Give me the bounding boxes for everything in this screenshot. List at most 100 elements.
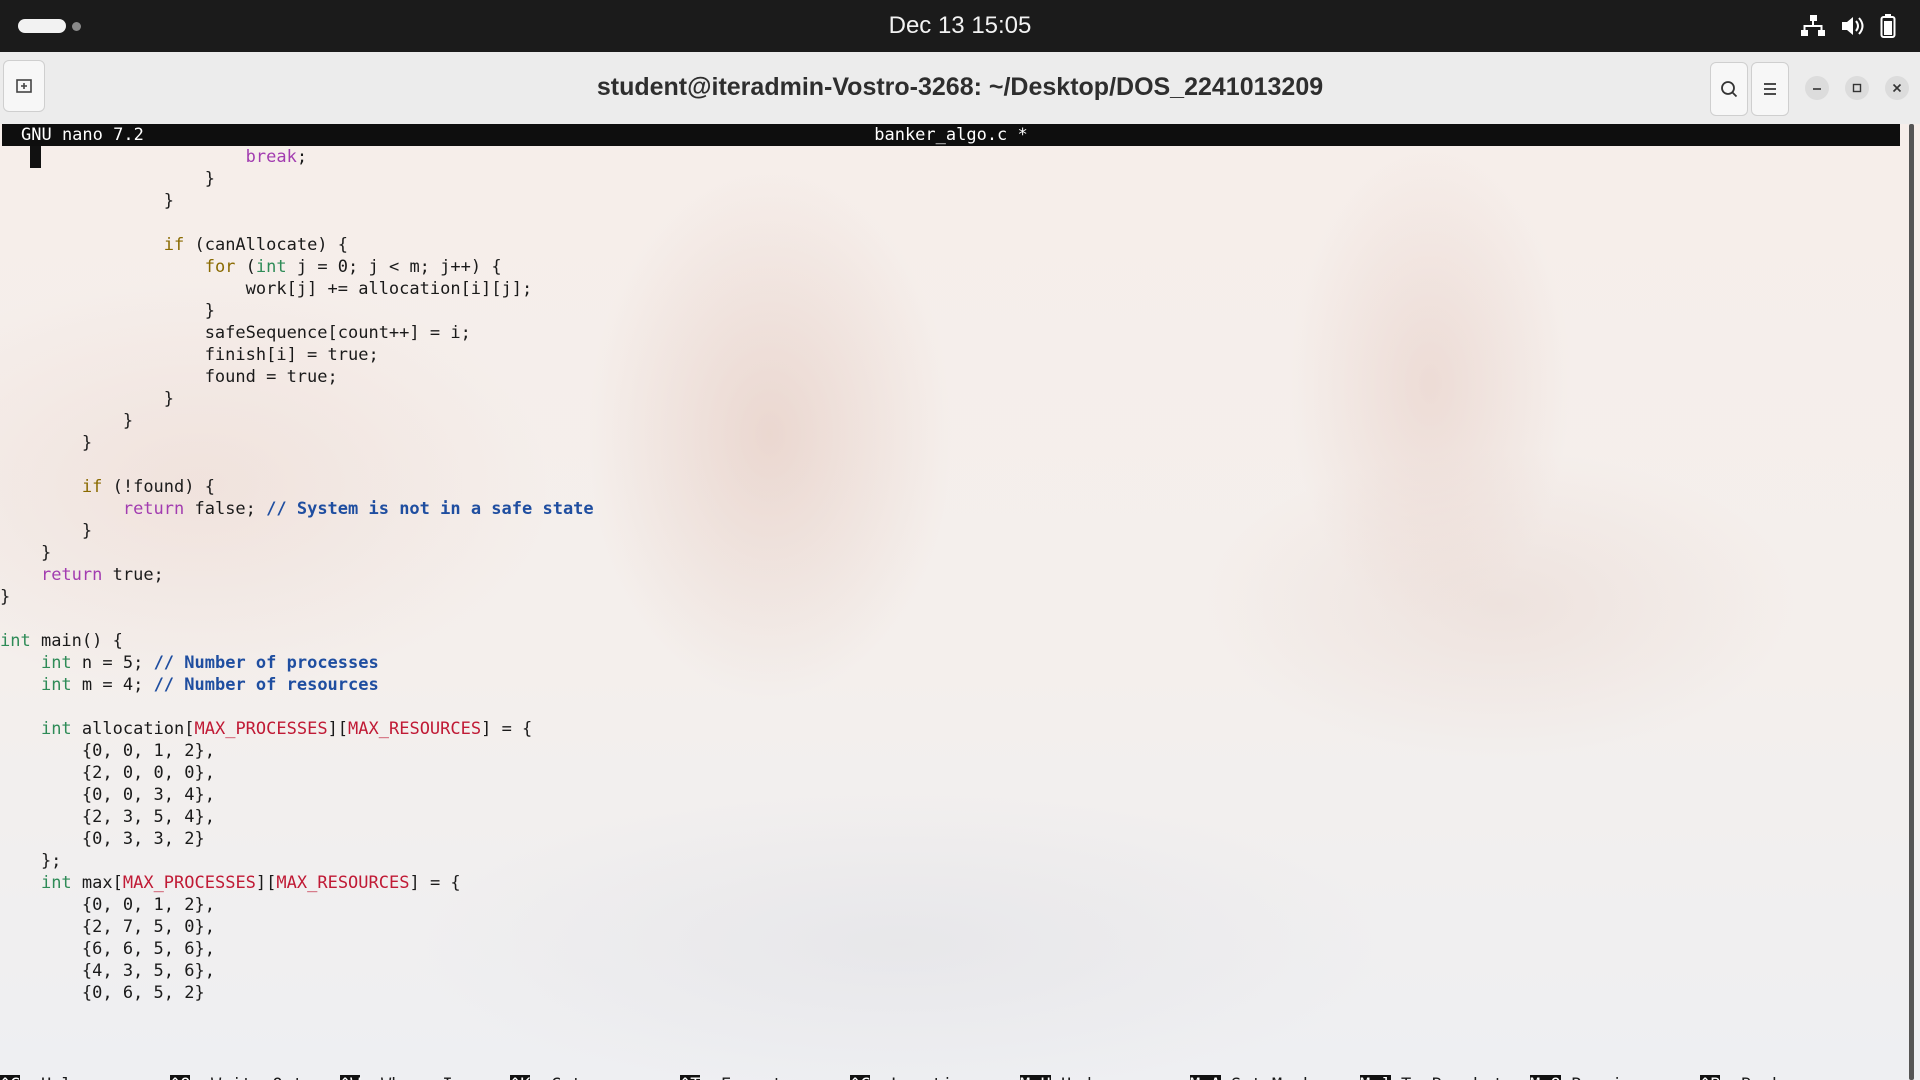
shortcut-write-out[interactable]: ^O Write Out <box>170 1074 303 1080</box>
code-token: ; <box>296 147 308 167</box>
shortcut-label: Write Out <box>211 1075 303 1080</box>
menu-button[interactable] <box>1751 62 1789 116</box>
code-token: ] = { <box>481 719 533 739</box>
shortcut-key: ^G <box>0 1075 21 1080</box>
shortcut-label: Help <box>41 1075 82 1080</box>
shortcut-to-bracket[interactable]: M-] To Bracket <box>1360 1074 1503 1080</box>
code-token: return <box>40 565 103 585</box>
code-token: ] = { <box>409 873 461 893</box>
shortcut-key: ^T <box>680 1075 701 1080</box>
code-token: int <box>40 653 72 673</box>
code-line: work[j] += allocation[i][j]; <box>0 278 1900 300</box>
code-token: return <box>122 499 185 519</box>
code-token: ][ <box>255 873 277 893</box>
network-icon[interactable] <box>1800 14 1826 38</box>
code-line: found = true; <box>0 366 1900 388</box>
shortcut-label: Set Mark <box>1231 1075 1313 1080</box>
code-token: {6, 6, 5, 6}, <box>0 939 215 959</box>
title-bar[interactable]: student@iteradmin-Vostro-3268: ~/Desktop… <box>0 52 1920 125</box>
code-line: {2, 3, 5, 4}, <box>0 806 1900 828</box>
code-token: work[j] += allocation[i][j]; <box>0 279 533 299</box>
shortcut-undo[interactable]: M-U Undo <box>1020 1074 1102 1080</box>
search-button[interactable] <box>1710 62 1748 116</box>
code-line: {0, 6, 5, 2} <box>0 982 1900 1004</box>
code-line: {2, 7, 5, 0}, <box>0 916 1900 938</box>
code-token: max[ <box>71 873 123 893</box>
code-line: } <box>0 520 1900 542</box>
code-token: break <box>245 147 297 167</box>
shortcut-label: Back <box>1741 1075 1782 1080</box>
code-line: {0, 0, 1, 2}, <box>0 740 1900 762</box>
terminal-window: student@iteradmin-Vostro-3268: ~/Desktop… <box>0 52 1920 1080</box>
clock[interactable]: Dec 13 15:05 <box>0 12 1920 40</box>
code-token: MAX_RESOURCES <box>276 873 410 893</box>
code-token: {2, 0, 0, 0}, <box>0 763 215 783</box>
shortcut-previous[interactable]: M-Q Previous <box>1530 1074 1653 1080</box>
code-token: } <box>0 521 93 541</box>
code-token: } <box>0 389 174 409</box>
terminal-area[interactable]: GNU nano 7.2 banker_algo.c * break; } } … <box>0 124 1920 1080</box>
code-token: } <box>0 191 174 211</box>
text-cursor <box>30 146 41 168</box>
shortcut-set-mark[interactable]: M-A Set Mark <box>1190 1074 1313 1080</box>
shortcut-execute[interactable]: ^T Execute <box>680 1074 793 1080</box>
shortcut-key: M-U <box>1020 1075 1051 1080</box>
code-editor[interactable]: break; } } if (canAllocate) { for (int j… <box>0 146 1900 1004</box>
shortcut-key: ^W <box>340 1075 361 1080</box>
code-token: ][ <box>327 719 349 739</box>
window-title: student@iteradmin-Vostro-3268: ~/Desktop… <box>596 73 1324 101</box>
code-token: {0, 0, 3, 4}, <box>0 785 215 805</box>
shortcut-key: ^O <box>170 1075 191 1080</box>
minimize-button[interactable] <box>1805 76 1829 100</box>
volume-icon[interactable] <box>1840 14 1866 38</box>
minimize-icon <box>1813 88 1821 90</box>
shortcut-gap <box>1561 1075 1571 1080</box>
shortcut-gap <box>360 1075 380 1080</box>
shortcut-location[interactable]: ^C Location <box>850 1074 973 1080</box>
shortcut-gap <box>20 1075 40 1080</box>
code-line: {0, 0, 1, 2}, <box>0 894 1900 916</box>
shortcut-help[interactable]: ^G Help <box>0 1074 82 1080</box>
code-line: int n = 5; // Number of processes <box>0 652 1900 674</box>
close-button[interactable] <box>1885 76 1909 100</box>
code-token: safeSequence[count++] = i; <box>0 323 471 343</box>
code-token: {4, 3, 5, 6}, <box>0 961 215 981</box>
shortcut-label: Previous <box>1571 1075 1653 1080</box>
shortcut-label: Execute <box>721 1075 793 1080</box>
shortcut-gap <box>1221 1075 1231 1080</box>
shortcut-gap <box>1720 1075 1740 1080</box>
code-token: {2, 3, 5, 4}, <box>0 807 215 827</box>
code-line: } <box>0 190 1900 212</box>
shortcut-cut[interactable]: ^K Cut <box>510 1074 582 1080</box>
code-token: int <box>40 873 72 893</box>
code-line: if (canAllocate) { <box>0 234 1900 256</box>
shortcut-key: M-] <box>1360 1075 1391 1080</box>
battery-icon[interactable] <box>1880 14 1896 38</box>
shortcut-key: ^K <box>510 1075 531 1080</box>
shortcut-label: To Bracket <box>1401 1075 1503 1080</box>
code-token: found = true; <box>0 367 338 387</box>
code-token: int <box>40 719 72 739</box>
code-line: } <box>0 542 1900 564</box>
shortcut-key: M-Q <box>1530 1075 1561 1080</box>
hamburger-menu-icon <box>1764 83 1776 95</box>
shortcut-key: M-A <box>1190 1075 1221 1080</box>
maximize-button[interactable] <box>1845 76 1869 100</box>
shortcut-label: Where Is <box>381 1075 463 1080</box>
shortcut-back[interactable]: ^B Back <box>1700 1074 1782 1080</box>
code-token: (canAllocate) { <box>184 235 349 255</box>
code-token: (!found) { <box>102 477 215 497</box>
scrollbar[interactable] <box>1909 124 1914 1080</box>
search-icon <box>1721 81 1738 98</box>
shortcut-label: Location <box>891 1075 973 1080</box>
code-line: int m = 4; // Number of resources <box>0 674 1900 696</box>
code-token: {2, 7, 5, 0}, <box>0 917 215 937</box>
shortcut-where-is[interactable]: ^W Where Is <box>340 1074 463 1080</box>
